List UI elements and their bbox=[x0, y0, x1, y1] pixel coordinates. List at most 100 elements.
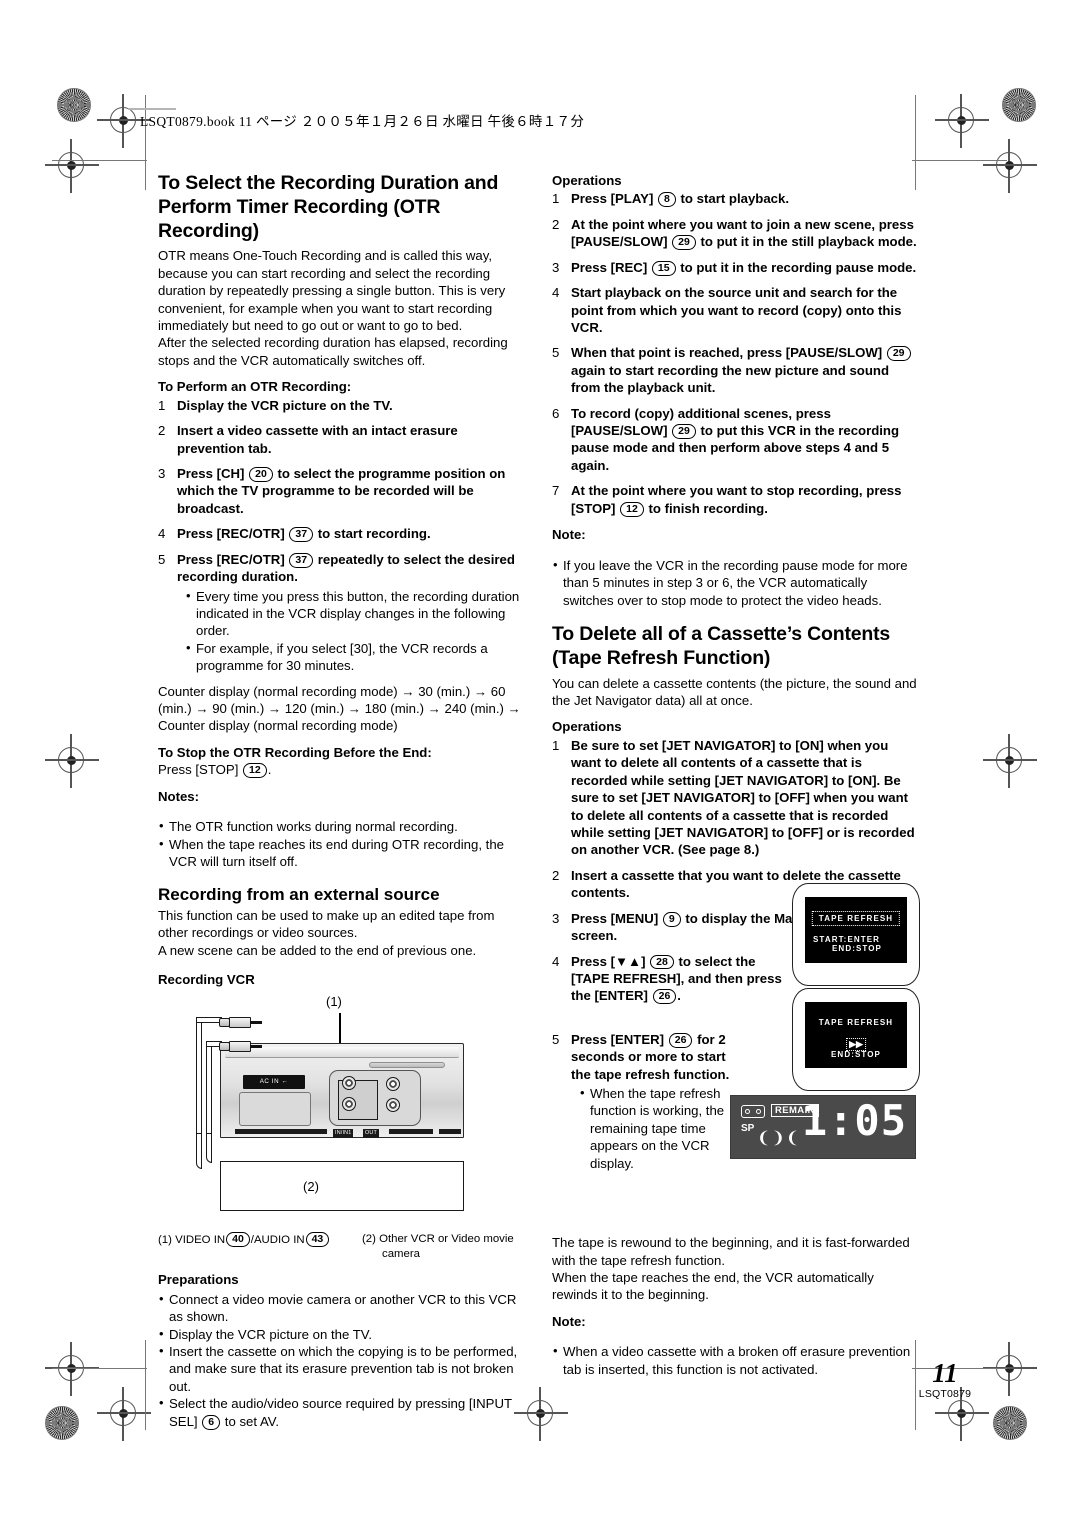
stop-otr-lead: To Stop the OTR Recording Before the End… bbox=[158, 744, 432, 760]
vcr-vent-3 bbox=[439, 1129, 461, 1135]
starburst-mark-bottom-left bbox=[45, 1406, 79, 1440]
ext-note-label: Note: bbox=[552, 527, 586, 543]
preparation-bullet-3: Insert the cassette on which the copying… bbox=[158, 1342, 526, 1395]
starburst-mark-top-left bbox=[57, 88, 91, 122]
ref-badge-37-b: 37 bbox=[289, 552, 314, 568]
operations-label-2: Operations bbox=[552, 719, 622, 735]
audio-plug-tip bbox=[250, 1044, 262, 1048]
ref-badge-15: 15 bbox=[651, 260, 676, 276]
otr-step-5-bullet-1: Every time you press this button, the re… bbox=[185, 587, 526, 640]
osd-start-enter-line: START:ENTER END:STOP bbox=[811, 935, 901, 953]
preparation-bullet-4-post: to set AV. bbox=[224, 1413, 280, 1429]
refresh-step-4-post2: . bbox=[677, 988, 681, 1004]
ext-step-7-number: 7 bbox=[552, 483, 560, 499]
ext-step-2: 2 At the point where you want to join a … bbox=[552, 216, 920, 251]
otr-step-3-number: 3 bbox=[158, 465, 166, 481]
refresh-step-5-number: 5 bbox=[552, 1031, 560, 1047]
ac-in-label: AC IN ← bbox=[243, 1075, 305, 1090]
ref-badge-43: 43 bbox=[305, 1232, 330, 1248]
registration-mark-bottom-center-left bbox=[97, 1387, 151, 1441]
otr-step-1-text: Display the VCR picture on the TV. bbox=[177, 397, 393, 413]
vcr-rear-panel-illustration: AC IN ← IN/IN1 OUT bbox=[220, 1043, 464, 1139]
otr-step-5-bullet-2: For example, if you select [30], the VCR… bbox=[185, 639, 526, 675]
left-column: To Select the Recording Duration and Per… bbox=[158, 172, 526, 1430]
otr-step-3: 3 Press [CH] 20 to select the programme … bbox=[158, 465, 526, 517]
otr-step-1: 1 Display the VCR picture on the TV. bbox=[158, 397, 526, 414]
refresh-step-2-number: 2 bbox=[552, 867, 560, 883]
diagram-title-recording-vcr: Recording VCR bbox=[158, 972, 255, 988]
jack-in-label: IN/IN1 bbox=[333, 1129, 354, 1139]
ext-step-5-post: again to start recording the new picture… bbox=[571, 362, 890, 396]
remaining-time-value: 1:05 bbox=[801, 1096, 907, 1145]
ext-step-5: 5 When that point is reached, press [PAU… bbox=[552, 344, 920, 396]
diagram-caption-1: (1) VIDEO IN 40/AUDIO IN 43 bbox=[158, 1232, 354, 1262]
diagram-caption-2-number: (2) bbox=[362, 1233, 376, 1246]
diagram-caption-2-text: Other VCR or Video movie bbox=[379, 1233, 514, 1246]
diagram-caption-2-text-line2: camera bbox=[382, 1248, 420, 1261]
tape-refresh-closing-2: When the tape reaches the end, the VCR a… bbox=[552, 1270, 874, 1303]
crop-line-bottom-left-v bbox=[145, 1340, 146, 1430]
ref-badge-37-a: 37 bbox=[289, 527, 314, 543]
refresh-step-4-pre: Press [▼▲] bbox=[571, 953, 646, 969]
ref-badge-12-a: 12 bbox=[243, 763, 267, 779]
tv-screen-2: TAPE REFRESH ▶▶ END:STOP bbox=[805, 1002, 907, 1068]
ext-step-6-number: 6 bbox=[552, 405, 560, 421]
ref-badge-8: 8 bbox=[658, 192, 676, 208]
ext-step-4: 4 Start playback on the source unit and … bbox=[552, 284, 920, 336]
registration-mark-top-left-2 bbox=[45, 139, 99, 193]
preparation-bullet-4-pre: Select the audio/video source required b… bbox=[169, 1396, 512, 1429]
refresh-step-3-number: 3 bbox=[552, 910, 560, 926]
ref-badge-9: 9 bbox=[662, 911, 681, 927]
ext-step-3: 3 Press [REC] 15 to put it in the record… bbox=[552, 259, 920, 276]
crop-line-top-right bbox=[912, 160, 1007, 161]
preparation-bullet-2: Display the VCR picture on the TV. bbox=[158, 1325, 526, 1343]
external-source-paragraph-2: A new scene can be added to the end of p… bbox=[158, 942, 477, 958]
otr-step-5-number: 5 bbox=[158, 551, 166, 567]
refresh-step-4-number: 4 bbox=[552, 953, 560, 969]
otr-duration-order: Counter display (normal recording mode) … bbox=[158, 683, 521, 734]
otr-step-3-pre: Press [CH] bbox=[177, 465, 245, 481]
otr-step-4-post: to start recording. bbox=[317, 526, 431, 542]
delete-intro-paragraph: You can delete a cassette contents (the … bbox=[552, 675, 917, 709]
page-header-text: LSQT0879.book 11 ページ ２００５年１月２６日 水曜日 午後６時… bbox=[140, 114, 585, 129]
tape-spinning-icon: ❨❩❨ bbox=[757, 1128, 801, 1147]
preparation-bullet-1: Connect a video movie camera or another … bbox=[158, 1290, 526, 1326]
otr-step-2-text: Insert a video cassette with an intact e… bbox=[177, 423, 458, 456]
refresh-step-5-bullets: When the tape refresh function is workin… bbox=[579, 1084, 732, 1172]
ext-step-4-text: Start playback on the source unit and se… bbox=[571, 285, 902, 335]
diagram-caption-row: (1) VIDEO IN 40/AUDIO IN 43 (2) Other VCR … bbox=[158, 1232, 526, 1262]
otr-step-list: 1 Display the VCR picture on the TV. 2 I… bbox=[158, 397, 526, 675]
audio-out-jack bbox=[386, 1098, 400, 1113]
crop-line-bottom-left bbox=[52, 1368, 147, 1369]
osd-end-stop-1: END:STOP bbox=[832, 944, 882, 953]
ref-badge-12-b: 12 bbox=[620, 501, 644, 517]
ref-badge-29-c: 29 bbox=[672, 424, 696, 439]
preparations-label: Preparations bbox=[158, 1272, 239, 1288]
refresh-step-1-text: Be sure to set [JET NAVIGATOR] to [ON] w… bbox=[571, 737, 915, 858]
ref-badge-28: 28 bbox=[650, 954, 674, 970]
otr-step-2-number: 2 bbox=[158, 423, 166, 439]
ext-step-3-number: 3 bbox=[552, 259, 560, 275]
video-plug-barrel bbox=[229, 1017, 251, 1029]
registration-mark-top-right-2 bbox=[983, 139, 1037, 193]
video-cable-vertical bbox=[196, 1017, 202, 1140]
otr-step-5: 5 Press [REC/OTR] 37 repeatedly to selec… bbox=[158, 551, 526, 675]
preparations-list: Connect a video movie camera or another … bbox=[158, 1290, 526, 1430]
diagram-caption-1-text-a: VIDEO IN bbox=[175, 1234, 226, 1247]
otr-intro-paragraph-1: OTR means One-Touch Recording and is cal… bbox=[158, 248, 506, 334]
refresh-step-3-pre: Press [MENU] bbox=[571, 910, 659, 926]
osd-end-stop-2: END:STOP bbox=[831, 1050, 881, 1059]
operations-label-1: Operations bbox=[552, 173, 622, 188]
stop-otr-post: . bbox=[267, 762, 272, 778]
stop-otr-instruction: Press [STOP] 12. bbox=[158, 761, 526, 779]
tape-refresh-note-list: When a video cassette with a broken off … bbox=[552, 1342, 920, 1378]
otr-step-1-number: 1 bbox=[158, 397, 166, 413]
starburst-mark-bottom-right bbox=[993, 1406, 1027, 1440]
vcr-vent-2 bbox=[389, 1129, 433, 1135]
ext-step-3-pre: Press [REC] bbox=[571, 259, 648, 275]
crop-line-top bbox=[52, 160, 147, 161]
otr-step-5-bullets: Every time you press this button, the re… bbox=[185, 587, 526, 675]
otr-step-4-number: 4 bbox=[158, 526, 166, 542]
refresh-step-5: 5 Press [ENTER] 26 for 2 seconds or more… bbox=[552, 1031, 732, 1172]
ext-note-1: If you leave the VCR in the recording pa… bbox=[552, 556, 920, 609]
